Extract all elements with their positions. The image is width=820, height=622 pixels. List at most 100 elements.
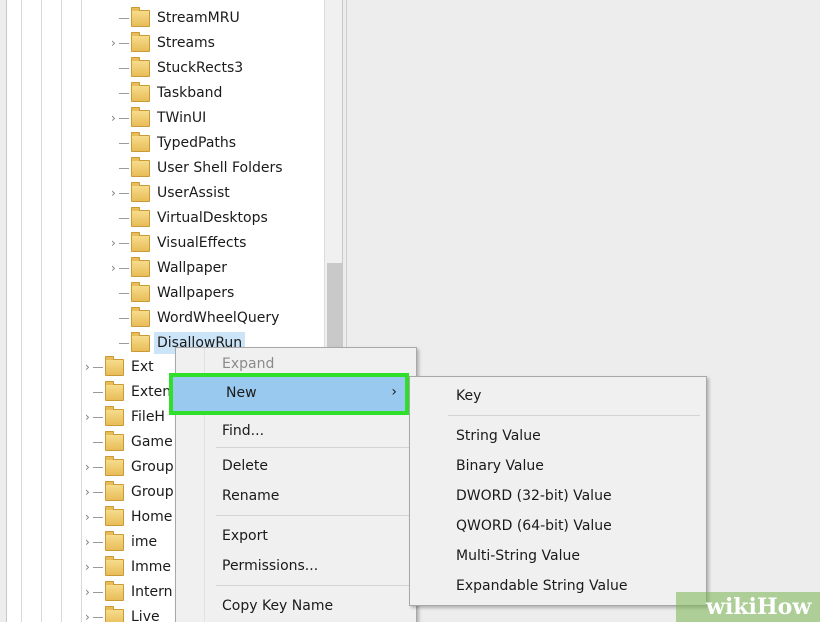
tree-item-label: Wallpapers: [157, 285, 235, 301]
folder-icon: [131, 7, 150, 27]
tree-item-label: FileH: [131, 409, 165, 425]
submenu-arrow-icon: ›: [391, 384, 397, 400]
tree-connector: [119, 193, 129, 194]
folder-icon: [105, 531, 124, 551]
tree-item[interactable]: › Wallpaper: [7, 257, 322, 279]
tree-connector: [119, 118, 129, 119]
tree-connector: [119, 268, 129, 269]
tree-connector: [119, 143, 129, 144]
tree-connector: [119, 18, 129, 19]
tree-item-label: Taskband: [157, 85, 223, 101]
tree-connector: [93, 592, 103, 593]
tree-connector: [93, 617, 103, 618]
tree-connector: [93, 567, 103, 568]
menu-separator: [216, 585, 412, 586]
folder-icon: [131, 257, 150, 277]
tree-connector: [93, 492, 103, 493]
tree-connector: [119, 43, 129, 44]
tree-item[interactable]: VirtualDesktops: [7, 207, 322, 229]
wikihow-watermark: wikiHow: [676, 592, 820, 622]
tree-item-label: TypedPaths: [157, 135, 237, 151]
tree-item-label: Group: [131, 459, 174, 475]
watermark-text: wikiHow: [706, 594, 812, 620]
tree-item[interactable]: StreamMRU: [7, 7, 322, 29]
folder-icon: [105, 406, 124, 426]
tree-item[interactable]: TypedPaths: [7, 132, 322, 154]
folder-icon: [131, 107, 150, 127]
tree-item-label: Intern: [131, 584, 173, 600]
folder-icon: [131, 32, 150, 52]
folder-icon: [105, 481, 124, 501]
tree-connector: [119, 218, 129, 219]
tree-item-label: ime: [131, 534, 158, 550]
menu-separator: [216, 447, 412, 448]
folder-icon: [105, 581, 124, 601]
tree-item-label: Game: [131, 434, 173, 450]
tree-item-label: StuckRects3: [157, 60, 244, 76]
expand-chevron-icon[interactable]: ›: [85, 606, 97, 622]
folder-icon: [105, 381, 124, 401]
registry-editor-screenshot: StreamMRU › Streams StuckRects3 Taskband › TWi…: [0, 0, 820, 622]
tree-connector: [119, 318, 129, 319]
menu-item-rename[interactable]: Rename: [222, 484, 279, 508]
submenu-item-string-value[interactable]: String Value: [456, 424, 541, 448]
folder-icon: [131, 157, 150, 177]
submenu-item-dword-value[interactable]: DWORD (32-bit) Value: [456, 484, 612, 508]
folder-icon: [105, 506, 124, 526]
tree-item[interactable]: › VisualEffects: [7, 232, 322, 254]
folder-icon: [131, 182, 150, 202]
folder-icon: [131, 207, 150, 227]
tree-item-label: WordWheelQuery: [157, 310, 280, 326]
submenu-item-qword-value[interactable]: QWORD (64-bit) Value: [456, 514, 612, 538]
tree-item-label: Wallpaper: [157, 260, 228, 276]
submenu-item-expandable-string-value[interactable]: Expandable String Value: [456, 574, 627, 598]
tree-item-label: Ext: [131, 359, 154, 375]
tree-item-label: Group: [131, 484, 174, 500]
menu-item-export[interactable]: Export: [222, 524, 268, 548]
folder-icon: [105, 456, 124, 476]
tree-item-label: Exten: [131, 384, 172, 400]
tree-item[interactable]: StuckRects3: [7, 57, 322, 79]
tree-connector: [119, 343, 129, 344]
menu-separator: [448, 415, 700, 416]
submenu-item-multi-string-value[interactable]: Multi-String Value: [456, 544, 580, 568]
tree-item[interactable]: User Shell Folders: [7, 157, 322, 179]
folder-icon: [131, 232, 150, 252]
menu-item-new-highlighted[interactable]: New ›: [169, 373, 409, 415]
tree-item-label: User Shell Folders: [157, 160, 283, 176]
scrollbar-thumb[interactable]: [327, 263, 342, 353]
tree-item[interactable]: Wallpapers: [7, 282, 322, 304]
menu-item-copy-key-name[interactable]: Copy Key Name: [222, 594, 333, 618]
folder-icon: [131, 82, 150, 102]
tree-item[interactable]: Taskband: [7, 82, 322, 104]
tree-connector: [93, 542, 103, 543]
folder-icon: [131, 132, 150, 152]
tree-connector: [119, 168, 129, 169]
tree-item-label: TWinUI: [157, 110, 207, 126]
tree-item-label: VisualEffects: [157, 235, 247, 251]
tree-item[interactable]: › TWinUI: [7, 107, 322, 129]
tree-connector: [119, 293, 129, 294]
tree-connector: [93, 367, 103, 368]
folder-icon: [105, 556, 124, 576]
menu-item-permissions[interactable]: Permissions...: [222, 554, 318, 578]
tree-connector: [119, 68, 129, 69]
tree-connector: [93, 392, 103, 393]
menu-item-delete[interactable]: Delete: [222, 454, 268, 478]
folder-icon: [105, 606, 124, 622]
folder-icon: [131, 332, 150, 352]
folder-icon: [105, 431, 124, 451]
menu-item-find[interactable]: Find...: [222, 419, 264, 443]
tree-item-label: Streams: [157, 35, 215, 51]
folder-icon: [131, 57, 150, 77]
tree-item-label: Live: [131, 609, 160, 622]
new-submenu: Key String Value Binary Value DWORD (32-…: [409, 376, 707, 606]
tree-item[interactable]: › Streams: [7, 32, 322, 54]
menu-item-new-label: New: [226, 385, 257, 401]
folder-icon: [105, 356, 124, 376]
submenu-item-key[interactable]: Key: [456, 384, 481, 408]
submenu-item-binary-value[interactable]: Binary Value: [456, 454, 544, 478]
tree-item[interactable]: WordWheelQuery: [7, 307, 322, 329]
tree-item[interactable]: › UserAssist: [7, 182, 322, 204]
tree-item-label: UserAssist: [157, 185, 230, 201]
